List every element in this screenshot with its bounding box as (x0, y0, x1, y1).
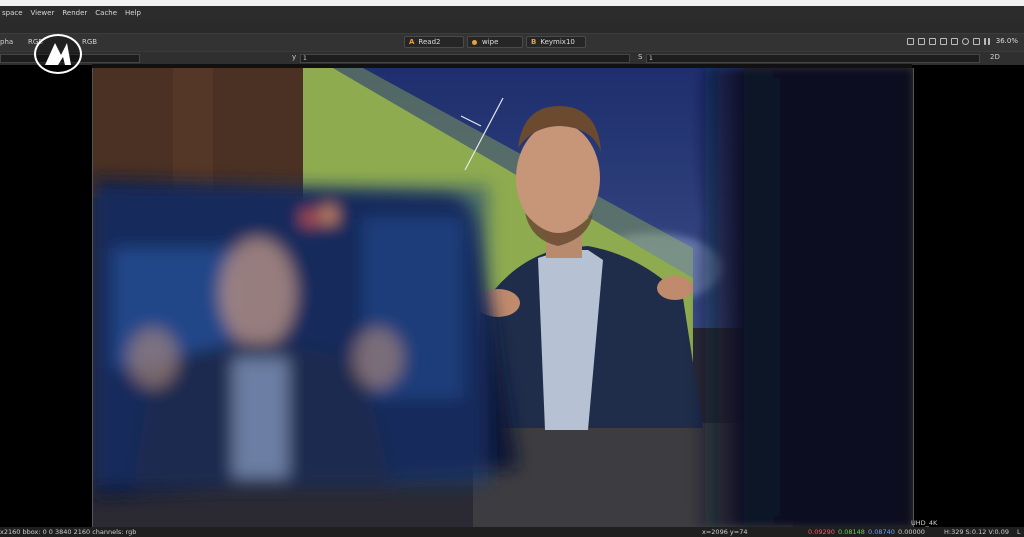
channels-dropdown[interactable]: pha (0, 38, 13, 46)
pixel-hsv-value: H:329 S:0.12 V:0.09 (944, 528, 1009, 536)
input-b-dropdown[interactable]: B Keymix10 (526, 36, 586, 48)
gamma-value: 1 (303, 55, 307, 62)
status-info: x2160 bbox: 0 0 3840 2160 channels: rgb (0, 528, 137, 536)
proxy-icon[interactable] (928, 37, 936, 45)
refresh-icon[interactable] (961, 37, 969, 45)
foreground-monitor (93, 178, 518, 498)
input-b-tag: B (531, 38, 537, 46)
roi-icon[interactable] (906, 37, 914, 45)
pixel-alpha-value: 0.00000 (898, 528, 925, 536)
viewer-settings-bar: y 1 S 1 2D (0, 51, 1024, 65)
input-a-tag: A (409, 38, 415, 46)
input-b-label: Keymix10 (540, 38, 575, 46)
viewer-tool-icons: 36.0% (906, 37, 1018, 45)
menu-item-cache[interactable]: Cache (93, 9, 123, 17)
frame-value: 1 (649, 55, 653, 62)
format-label: UHD_4K (911, 519, 938, 527)
pixel-red-value: 0.09290 (808, 528, 835, 536)
node-graph-divider (0, 20, 1024, 33)
input-a-label: Read2 (418, 38, 441, 46)
frame-slider[interactable]: 1 (646, 54, 980, 63)
menu-item-help[interactable]: Help (123, 9, 147, 17)
display-channel-dropdown[interactable]: RGB (82, 38, 97, 46)
wipe-dropdown[interactable]: wipe (467, 36, 523, 48)
menu-item-viewer[interactable]: Viewer (29, 9, 61, 17)
cursor-coords: x=2096 y=74 (702, 528, 748, 536)
wipe-dot-icon (472, 39, 477, 45)
clip-warning-icon[interactable] (917, 37, 925, 45)
frame-label: S (638, 53, 643, 61)
menu-item-render[interactable]: Render (60, 9, 93, 17)
presenter-face (516, 123, 600, 233)
view-mode-dropdown[interactable]: 2D (990, 53, 1000, 61)
watermark-logo (34, 34, 82, 74)
input-a-dropdown[interactable]: A Read2 (404, 36, 464, 48)
zoom-level[interactable]: 36.0% (996, 37, 1018, 45)
stop-icon[interactable] (972, 37, 980, 45)
viewer-toolbar: pha RGB RGB A Read2 wipe B Keymix10 36.0… (0, 33, 1024, 51)
status-bar: x2160 bbox: 0 0 3840 2160 channels: rgb … (0, 527, 1024, 537)
status-tail: L (1017, 528, 1021, 536)
foreground-silhouette (689, 68, 913, 527)
composited-frame (93, 68, 913, 527)
gamma-slider[interactable]: 1 (300, 54, 630, 63)
wipe-label: wipe (482, 38, 499, 46)
viewer-canvas[interactable] (92, 68, 914, 527)
ar-logo-icon (45, 43, 71, 65)
pause-icon[interactable] (983, 37, 990, 45)
gamma-label: y (292, 53, 297, 61)
menu-bar: space Viewer Render Cache Help (0, 6, 1024, 20)
stack-icon[interactable] (950, 37, 958, 45)
pixel-green-value: 0.08148 (838, 528, 865, 536)
render-icon[interactable] (939, 37, 947, 45)
pixel-blue-value: 0.08740 (868, 528, 895, 536)
menu-item-space[interactable]: space (0, 9, 29, 17)
